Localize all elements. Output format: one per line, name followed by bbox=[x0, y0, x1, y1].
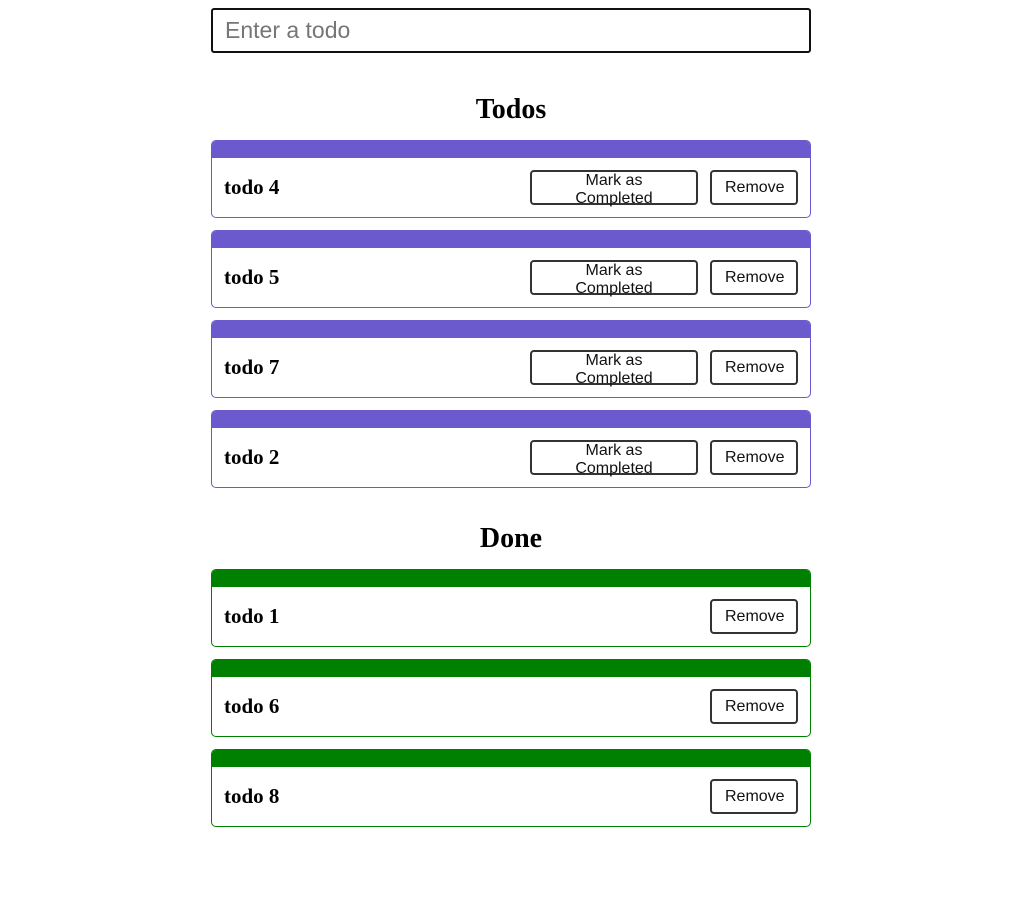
mark-as-completed-button[interactable]: Mark as Completed bbox=[530, 260, 698, 297]
done-card-body: todo 8 Remove bbox=[212, 767, 810, 826]
done-card: todo 1 Remove bbox=[211, 569, 811, 647]
done-card-body: todo 1 Remove bbox=[212, 587, 810, 646]
done-card-header-bar bbox=[212, 750, 810, 767]
remove-button[interactable]: Remove bbox=[710, 440, 798, 475]
todo-card-header-bar bbox=[212, 231, 810, 248]
todo-app: Todos todo 4 Mark as Completed Remove to… bbox=[211, 8, 811, 839]
todo-input[interactable] bbox=[211, 8, 811, 53]
remove-button[interactable]: Remove bbox=[710, 350, 798, 385]
mark-as-completed-button[interactable]: Mark as Completed bbox=[530, 170, 698, 207]
todo-card-body: todo 7 Mark as Completed Remove bbox=[212, 338, 810, 397]
todo-card-header-bar bbox=[212, 141, 810, 158]
todos-list: todo 4 Mark as Completed Remove todo 5 M… bbox=[211, 140, 811, 488]
todo-title: todo 7 bbox=[224, 355, 280, 379]
done-card-header-bar bbox=[212, 660, 810, 677]
todo-card-header-bar bbox=[212, 321, 810, 338]
todo-card: todo 4 Mark as Completed Remove bbox=[211, 140, 811, 218]
done-card-header-bar bbox=[212, 570, 810, 587]
todos-heading: Todos bbox=[475, 94, 547, 125]
todo-card-body: todo 5 Mark as Completed Remove bbox=[212, 248, 810, 307]
done-title: todo 6 bbox=[224, 694, 280, 718]
remove-button[interactable]: Remove bbox=[710, 689, 798, 724]
todo-title: todo 4 bbox=[224, 175, 280, 199]
todo-card-body: todo 4 Mark as Completed Remove bbox=[212, 158, 810, 217]
todo-card-body: todo 2 Mark as Completed Remove bbox=[212, 428, 810, 487]
done-title: todo 8 bbox=[224, 784, 280, 808]
done-card: todo 8 Remove bbox=[211, 749, 811, 827]
remove-button[interactable]: Remove bbox=[710, 779, 798, 814]
done-heading: Done bbox=[479, 523, 543, 554]
done-card: todo 6 Remove bbox=[211, 659, 811, 737]
todo-title: todo 5 bbox=[224, 265, 280, 289]
done-title: todo 1 bbox=[224, 604, 280, 628]
remove-button[interactable]: Remove bbox=[710, 599, 798, 634]
done-card-body: todo 6 Remove bbox=[212, 677, 810, 736]
todo-card-header-bar bbox=[212, 411, 810, 428]
done-list: todo 1 Remove todo 6 Remove todo 8 Remov… bbox=[211, 569, 811, 827]
mark-as-completed-button[interactable]: Mark as Completed bbox=[530, 440, 698, 477]
todo-card: todo 5 Mark as Completed Remove bbox=[211, 230, 811, 308]
remove-button[interactable]: Remove bbox=[710, 260, 798, 295]
mark-as-completed-button[interactable]: Mark as Completed bbox=[530, 350, 698, 387]
todo-title: todo 2 bbox=[224, 445, 280, 469]
todo-card: todo 2 Mark as Completed Remove bbox=[211, 410, 811, 488]
todo-card: todo 7 Mark as Completed Remove bbox=[211, 320, 811, 398]
remove-button[interactable]: Remove bbox=[710, 170, 798, 205]
